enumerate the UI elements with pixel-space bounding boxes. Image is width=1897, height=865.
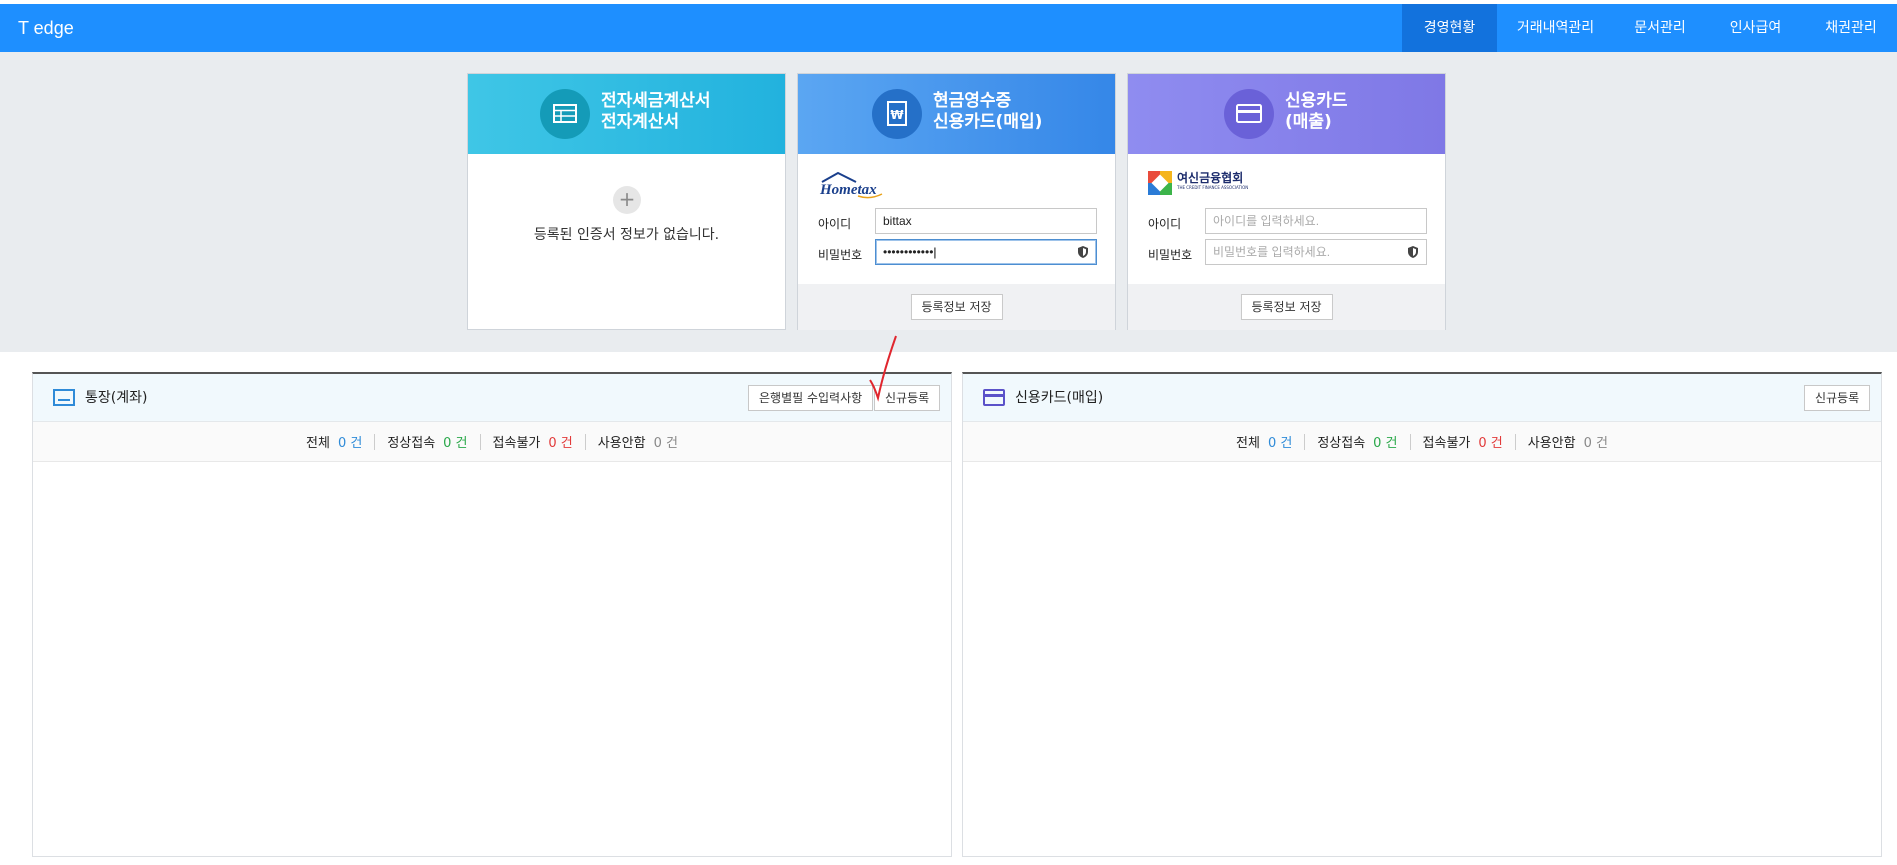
id-label: 아이디 <box>818 217 852 231</box>
card-purchase-list <box>963 462 1881 854</box>
credit-finance-emblem-icon <box>1148 171 1172 195</box>
cash-receipt-card-body: Hometax 아이디 bittax 비밀번호 ••••••••••••| 등록… <box>798 154 1115 330</box>
empty-certificate-message: 등록된 인증서 정보가 없습니다. <box>533 227 720 243</box>
cash-receipt-card: ₩ 현금영수증 신용카드(매입) Hometax 아이디 bittax 비밀번호… <box>797 73 1116 330</box>
svg-text:₩: ₩ <box>890 108 904 122</box>
hometax-logo: Hometax <box>818 170 888 199</box>
credit-card-id-input[interactable]: 아이디를 입력하세요. <box>1205 208 1427 234</box>
bankbook-icon <box>53 389 75 406</box>
red-checkmark-annotation <box>869 335 897 402</box>
id-label: 아이디 <box>1148 217 1182 231</box>
credit-finance-association-logo: 여신금융협회 THE CREDIT FINANCE ASSOCIATION <box>1148 169 1248 197</box>
main-nav: 경영현황 거래내역관리 문서관리 인사급여 채권관리 <box>1402 4 1897 52</box>
password-label: 비밀번호 <box>818 248 863 262</box>
nav-item-management-status[interactable]: 경영현황 <box>1402 4 1497 52</box>
svg-text:Hometax: Hometax <box>819 182 877 198</box>
stat-connected: 정상접속 0 건 <box>374 433 479 451</box>
credit-card-password-input[interactable]: 비밀번호를 입력하세요. <box>1205 239 1427 265</box>
shield-icon <box>1078 246 1088 258</box>
bankbook-panel-header: 통장(계좌) 은행별필 수입력사항 신규등록 <box>33 374 951 422</box>
hometax-id-input[interactable]: bittax <box>875 208 1097 234</box>
credit-card-sales-card-header: 신용카드 (매출) <box>1128 74 1445 154</box>
bank-required-info-button[interactable]: 은행별필 수입력사항 <box>748 385 874 411</box>
card-purchase-stats-bar: 전체 0 건 정상접속 0 건 접속불가 0 건 사용안함 0 건 <box>963 422 1881 462</box>
nav-item-receivables[interactable]: 채권관리 <box>1805 4 1897 52</box>
bankbook-list <box>33 462 951 854</box>
shield-icon <box>1408 246 1418 258</box>
invoice-table-icon <box>540 89 590 139</box>
top-navigation-bar: T edge 경영현황 거래내역관리 문서관리 인사급여 채권관리 <box>0 4 1897 52</box>
stat-total: 전체 0 건 <box>306 436 363 451</box>
nav-item-transactions[interactable]: 거래내역관리 <box>1497 4 1614 52</box>
save-registration-button[interactable]: 등록정보 저장 <box>910 294 1003 320</box>
password-label: 비밀번호 <box>1148 248 1193 262</box>
bankbook-stats-bar: 전체 0 건 정상접속 0 건 접속불가 0 건 사용안함 0 건 <box>33 422 951 462</box>
tax-invoice-card-title: 전자세금계산서 전자계산서 <box>601 91 711 132</box>
hometax-password-input[interactable]: ••••••••••••| <box>875 239 1097 265</box>
won-receipt-icon: ₩ <box>872 89 922 139</box>
save-registration-button[interactable]: 등록정보 저장 <box>1240 294 1333 320</box>
tax-invoice-card-header: 전자세금계산서 전자계산서 <box>468 74 785 154</box>
tax-invoice-card-body: + 등록된 인증서 정보가 없습니다. <box>468 154 785 330</box>
stat-unavailable: 접속불가 0 건 <box>479 433 585 451</box>
cash-receipt-card-footer: 등록정보 저장 <box>798 284 1115 330</box>
credit-card-icon <box>983 389 1005 406</box>
bankbook-panel-title: 통장(계좌) <box>85 390 148 406</box>
card-purchase-panel-header: 신용카드(매입) 신규등록 <box>963 374 1881 422</box>
stat-unused: 사용안함 0 건 <box>584 433 690 451</box>
bankbook-panel: 통장(계좌) 은행별필 수입력사항 신규등록 전체 0 건 정상접속 0 건 접속불… <box>32 372 952 857</box>
plus-icon[interactable]: + <box>613 186 641 214</box>
cash-receipt-card-header: ₩ 현금영수증 신용카드(매입) <box>798 74 1115 154</box>
credit-card-sales-card-footer: 등록정보 저장 <box>1128 284 1445 330</box>
stat-connected: 정상접속 0 건 <box>1304 433 1409 451</box>
card-purchase-panel: 신용카드(매입) 신규등록 전체 0 건 정상접속 0 건 접속불가 0 건 사용안함… <box>962 372 1882 857</box>
card-new-register-button[interactable]: 신규등록 <box>1804 385 1871 411</box>
stat-total: 전체 0 건 <box>1236 436 1293 451</box>
credit-card-sales-card-title: 신용카드 (매출) <box>1285 91 1348 132</box>
credit-card-icon <box>1224 89 1274 139</box>
stat-unavailable: 접속불가 0 건 <box>1409 433 1515 451</box>
nav-item-documents[interactable]: 문서관리 <box>1614 4 1706 52</box>
cash-receipt-card-title: 현금영수증 신용카드(매입) <box>933 91 1043 132</box>
credit-card-sales-card-body: 여신금융협회 THE CREDIT FINANCE ASSOCIATION 아이… <box>1128 154 1445 330</box>
brand-logo[interactable]: T edge <box>18 4 74 52</box>
card-purchase-panel-title: 신용카드(매입) <box>1015 390 1104 406</box>
credit-card-sales-card: 신용카드 (매출) 여신금융협회 THE CREDIT FINANCE ASSO… <box>1127 73 1446 330</box>
tax-invoice-card: 전자세금계산서 전자계산서 + 등록된 인증서 정보가 없습니다. <box>467 73 786 330</box>
stat-unused: 사용안함 0 건 <box>1514 433 1620 451</box>
nav-item-hr-payroll[interactable]: 인사급여 <box>1706 4 1805 52</box>
